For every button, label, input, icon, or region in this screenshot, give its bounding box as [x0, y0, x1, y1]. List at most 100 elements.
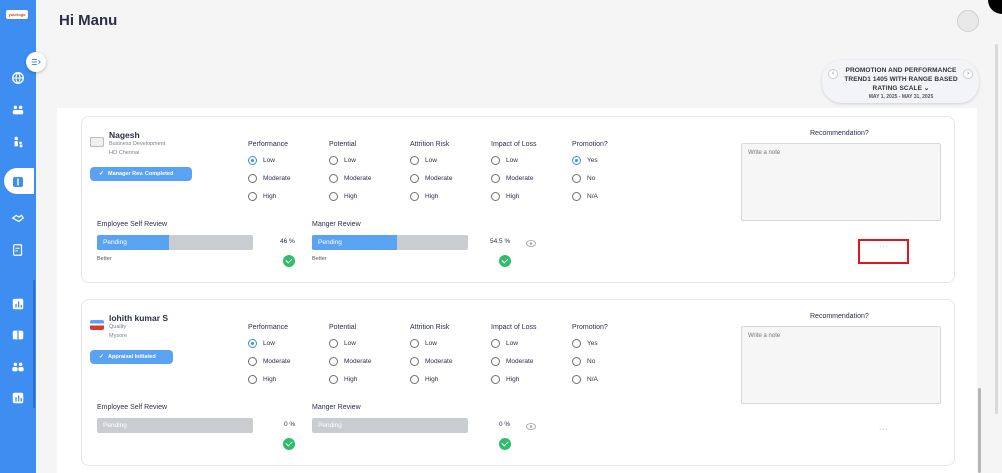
- status-badge-label: Manager Rev. Completed: [108, 171, 174, 177]
- radio-button[interactable]: [491, 156, 500, 165]
- radio-button[interactable]: [248, 156, 257, 165]
- radio-button[interactable]: [329, 339, 338, 348]
- check-circle-icon: [283, 438, 295, 450]
- attrition-option-moderate[interactable]: Moderate: [410, 174, 452, 183]
- radio-button[interactable]: [410, 156, 419, 165]
- analytics-icon[interactable]: [10, 390, 26, 406]
- option-label: Moderate: [263, 358, 291, 365]
- radio-button[interactable]: [248, 339, 257, 348]
- radio-button[interactable]: [248, 375, 257, 384]
- collapse-menu-icon[interactable]: [26, 52, 46, 72]
- cycle-title[interactable]: PROMOTION AND PERFORMANCE TREND1 1405 WI…: [840, 66, 962, 93]
- eye-icon[interactable]: [526, 423, 536, 430]
- potential-option-high[interactable]: High: [329, 375, 357, 384]
- page-scrollbar[interactable]: [995, 44, 998, 414]
- promotion-option-yes[interactable]: Yes: [572, 156, 598, 165]
- performance-option-high[interactable]: High: [248, 375, 276, 384]
- content-scrollbar[interactable]: [978, 388, 981, 473]
- performance-option-moderate[interactable]: Moderate: [248, 357, 290, 366]
- option-label: No: [587, 358, 596, 365]
- appraisal-icon[interactable]: [12, 175, 24, 187]
- team-icon[interactable]: [10, 102, 26, 118]
- impact-option-low[interactable]: Low: [491, 339, 518, 348]
- radio-button[interactable]: [248, 174, 257, 183]
- impact-option-high[interactable]: High: [491, 192, 519, 201]
- radio-button[interactable]: [491, 357, 500, 366]
- sidebar-scrollbar[interactable]: [33, 280, 35, 408]
- eye-icon[interactable]: [526, 240, 536, 247]
- radio-button[interactable]: [491, 375, 500, 384]
- potential-option-moderate[interactable]: Moderate: [329, 174, 371, 183]
- performance-option-low[interactable]: Low: [248, 156, 275, 165]
- recommendation-note-input[interactable]: [741, 143, 941, 221]
- radio-button[interactable]: [572, 174, 581, 183]
- radio-button[interactable]: [410, 375, 419, 384]
- impact-option-moderate[interactable]: Moderate: [491, 357, 533, 366]
- radio-button[interactable]: [410, 192, 419, 201]
- radio-button[interactable]: [248, 192, 257, 201]
- handshake-icon[interactable]: [10, 210, 26, 226]
- impact-option-low[interactable]: Low: [491, 156, 518, 165]
- radio-button[interactable]: [491, 339, 500, 348]
- more-options-button[interactable]: ···: [877, 426, 891, 433]
- employee-avatar: [90, 137, 104, 147]
- radio-button[interactable]: [410, 174, 419, 183]
- manager-review-progress-bar: Pending: [312, 418, 468, 433]
- hierarchy-icon[interactable]: [10, 134, 26, 150]
- radio-button[interactable]: [491, 174, 500, 183]
- promotion-option-no[interactable]: No: [572, 357, 595, 366]
- employee-name[interactable]: Nagesh: [109, 130, 140, 140]
- radio-button[interactable]: [491, 192, 500, 201]
- promotion-option-na[interactable]: N/A: [572, 375, 598, 384]
- performance-option-moderate[interactable]: Moderate: [248, 174, 290, 183]
- radio-button[interactable]: [572, 192, 581, 201]
- radio-button[interactable]: [572, 357, 581, 366]
- report-chart-icon[interactable]: [10, 296, 26, 312]
- attrition-option-low[interactable]: Low: [410, 339, 437, 348]
- promotion-option-no[interactable]: No: [572, 174, 595, 183]
- potential-option-moderate[interactable]: Moderate: [329, 357, 371, 366]
- document-edit-icon[interactable]: [10, 242, 26, 258]
- radio-button[interactable]: [329, 357, 338, 366]
- option-label: Moderate: [425, 175, 453, 182]
- radio-button[interactable]: [329, 375, 338, 384]
- radio-button[interactable]: [248, 357, 257, 366]
- option-label: High: [263, 376, 277, 383]
- impact-option-high[interactable]: High: [491, 375, 519, 384]
- book-icon[interactable]: [10, 327, 26, 343]
- self-review-title: Employee Self Review: [97, 221, 168, 228]
- user-avatar[interactable]: [957, 10, 979, 32]
- attrition-option-high[interactable]: High: [410, 375, 438, 384]
- potential-option-low[interactable]: Low: [329, 156, 356, 165]
- cycle-next-button[interactable]: ›: [963, 69, 973, 79]
- attrition-option-low[interactable]: Low: [410, 156, 437, 165]
- radio-button[interactable]: [572, 375, 581, 384]
- users-group-icon[interactable]: [10, 359, 26, 375]
- radio-button[interactable]: [329, 192, 338, 201]
- promotion-option-na[interactable]: N/A: [572, 192, 598, 201]
- globe-icon[interactable]: [10, 70, 26, 86]
- potential-option-high[interactable]: High: [329, 192, 357, 201]
- radio-button[interactable]: [572, 156, 581, 165]
- radio-button[interactable]: [410, 357, 419, 366]
- status-badge[interactable]: ✓ Manager Rev. Completed: [90, 167, 192, 181]
- potential-option-low[interactable]: Low: [329, 339, 356, 348]
- radio-button[interactable]: [572, 339, 581, 348]
- promotion-option-yes[interactable]: Yes: [572, 339, 598, 348]
- option-label: Moderate: [344, 175, 372, 182]
- radio-button[interactable]: [410, 339, 419, 348]
- recommendation-note-input[interactable]: [741, 326, 941, 404]
- radio-button[interactable]: [329, 156, 338, 165]
- option-label: High: [344, 193, 358, 200]
- status-badge[interactable]: ✓ Appraisal Initiated: [90, 350, 173, 364]
- self-review-percent: 0 %: [284, 421, 296, 428]
- employee-name[interactable]: lohith kumar S: [109, 313, 168, 323]
- appraisal-cycle-selector[interactable]: ‹ › PROMOTION AND PERFORMANCE TREND1 140…: [822, 60, 979, 103]
- performance-option-high[interactable]: High: [248, 192, 276, 201]
- radio-button[interactable]: [329, 174, 338, 183]
- cycle-prev-button[interactable]: ‹: [828, 69, 838, 79]
- attrition-option-high[interactable]: High: [410, 192, 438, 201]
- performance-option-low[interactable]: Low: [248, 339, 275, 348]
- impact-option-moderate[interactable]: Moderate: [491, 174, 533, 183]
- attrition-option-moderate[interactable]: Moderate: [410, 357, 452, 366]
